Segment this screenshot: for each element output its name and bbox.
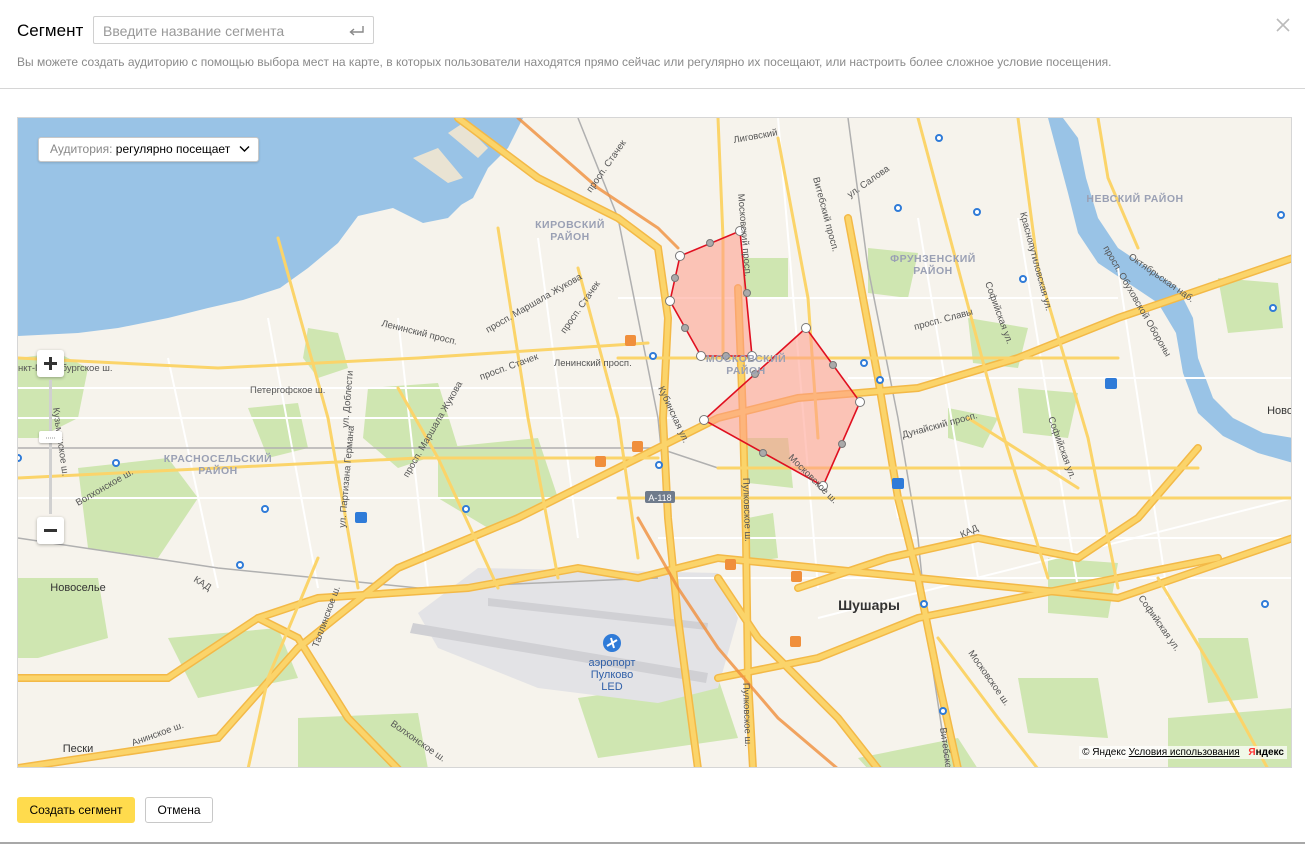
svg-text:НЕВСКИЙ РАЙОН: НЕВСКИЙ РАЙОН <box>1086 192 1183 205</box>
cancel-button[interactable]: Отмена <box>145 797 213 823</box>
svg-text:А-118: А-118 <box>648 493 671 503</box>
svg-text:Витебский просп.: Витебский просп. <box>810 176 841 253</box>
svg-text:аэропорт: аэропорт <box>589 657 636 669</box>
svg-text:КИРОВСКИЙ: КИРОВСКИЙ <box>535 218 605 231</box>
create-segment-button[interactable]: Создать сегмент <box>17 797 135 823</box>
route-badge: А-118 <box>645 491 675 503</box>
map-canvas[interactable]: А-118 КИРОВСКИЙ РАЙОН ФРУНЗЕНСКИЙ РАЙОН … <box>18 118 1292 768</box>
svg-text:Петергофское ш.: Петергофское ш. <box>250 385 325 396</box>
svg-text:КРАСНОСЕЛЬСКИЙ: КРАСНОСЕЛЬСКИЙ <box>164 452 272 465</box>
svg-text:просп. Славы: просп. Славы <box>913 307 974 333</box>
novo-label: Ново <box>1267 405 1292 417</box>
svg-text:РАЙОН: РАЙОН <box>198 464 237 477</box>
svg-text:Софийская ул.: Софийская ул. <box>1136 593 1183 653</box>
svg-text:Лиговский: Лиговский <box>733 127 779 146</box>
svg-text:ФРУНЗЕНСКИЙ: ФРУНЗЕНСКИЙ <box>890 252 976 265</box>
zoom-in-button[interactable] <box>37 350 64 377</box>
zoom-slider-handle[interactable] <box>39 431 62 443</box>
map-container[interactable]: А-118 КИРОВСКИЙ РАЙОН ФРУНЗЕНСКИЙ РАЙОН … <box>17 117 1292 768</box>
svg-text:ул. Салова: ул. Салова <box>845 163 892 200</box>
svg-text:Пулковское ш.: Пулковское ш. <box>740 683 753 747</box>
zoom-out-button[interactable] <box>37 517 64 544</box>
grip-icon <box>46 437 55 439</box>
plus-icon <box>44 357 57 370</box>
dialog-title: Сегмент <box>17 21 84 40</box>
svg-text:Московское ш.: Московское ш. <box>966 648 1012 708</box>
svg-text:Ленинский просп.: Ленинский просп. <box>554 358 632 369</box>
close-icon[interactable] <box>1275 17 1291 33</box>
svg-text:МОСКОВСКИЙ: МОСКОВСКИЙ <box>706 352 786 365</box>
map-copyright: © Яндекс Условия использования Яндекс <box>1079 746 1287 759</box>
segment-name-input[interactable] <box>103 22 343 40</box>
svg-text:ул. Доблести: ул. Доблести <box>340 370 356 428</box>
terms-link[interactable]: Условия использования <box>1129 747 1240 758</box>
svg-text:РАЙОН: РАЙОН <box>913 264 952 277</box>
svg-text:Пулковское ш.: Пулковское ш. <box>740 478 753 542</box>
svg-text:РАЙОН: РАЙОН <box>550 230 589 243</box>
minus-icon <box>44 529 57 532</box>
audience-value: регулярно посещает <box>115 142 231 156</box>
svg-text:РАЙОН: РАЙОН <box>726 364 765 377</box>
svg-text:нкт-Петербургское ш.: нкт-Петербургское ш. <box>18 363 113 374</box>
chevron-down-icon <box>239 146 250 152</box>
svg-text:просп. Стачек: просп. Стачек <box>478 351 540 383</box>
shushary-label: Шушары <box>838 597 900 613</box>
enter-key-icon <box>349 26 364 36</box>
svg-text:Пулково: Пулково <box>591 669 633 681</box>
dialog-header: Сегмент Вы можете создать аудиторию с по… <box>0 0 1305 89</box>
copyright-text: © Яндекс <box>1082 747 1126 758</box>
svg-text:LED: LED <box>601 681 622 693</box>
novoselye-label: Новоселье <box>50 582 105 594</box>
svg-text:Краснопутиловская ул.: Краснопутиловская ул. <box>1017 211 1054 312</box>
audience-select[interactable]: Аудитория: регулярно посещает <box>38 137 260 162</box>
peski-label: Пески <box>63 743 93 755</box>
audience-label: Аудитория: <box>50 142 113 156</box>
svg-text:Ленинский просп.: Ленинский просп. <box>380 318 458 347</box>
svg-text:КАД: КАД <box>191 574 213 593</box>
segment-name-field[interactable] <box>93 16 374 44</box>
svg-text:просп. Стачек: просп. Стачек <box>584 137 629 194</box>
hint-text: Вы можете создать аудиторию с помощью вы… <box>17 55 1112 69</box>
svg-text:ул. Партизана Германа: ул. Партизана Германа <box>337 425 357 529</box>
airport-icon <box>603 634 621 652</box>
yandex-logo: Яндекс <box>1248 747 1284 758</box>
zoom-slider-track[interactable] <box>49 380 52 514</box>
